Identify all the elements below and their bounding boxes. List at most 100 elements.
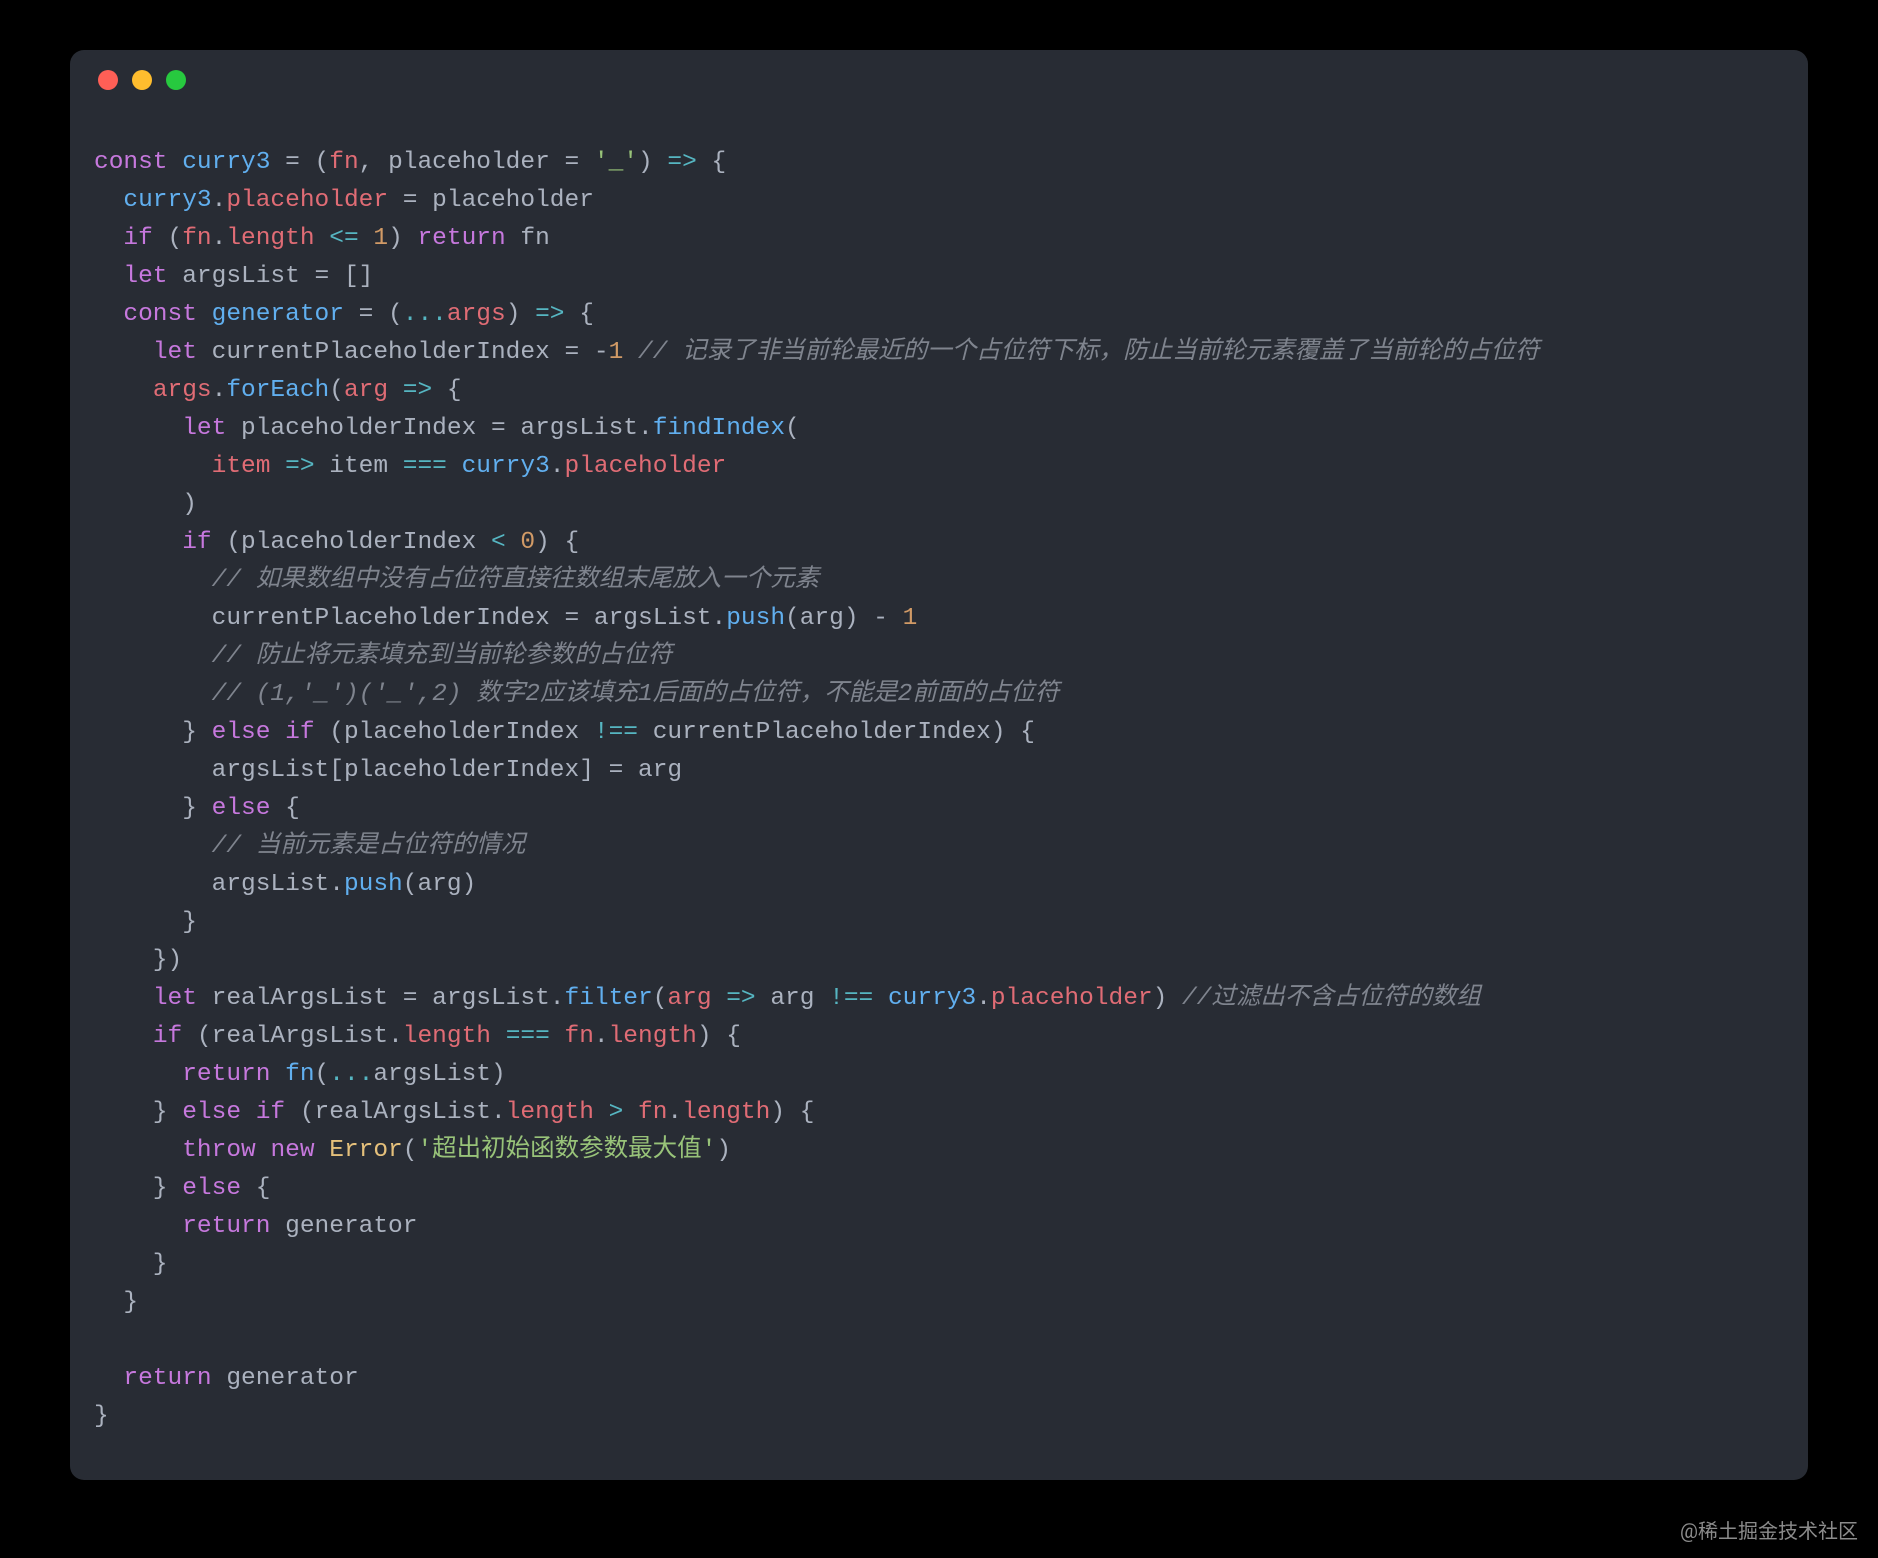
code-token: let <box>123 263 167 290</box>
code-token: curry3 <box>182 149 270 176</box>
code-token: length <box>506 1099 594 1126</box>
code-token <box>94 301 123 328</box>
code-token: . <box>388 1023 403 1050</box>
code-token: length <box>682 1099 770 1126</box>
code-token: { <box>432 377 461 404</box>
code-token <box>226 415 241 442</box>
window-titlebar <box>70 50 1808 110</box>
code-token: . <box>712 605 727 632</box>
code-token: . <box>550 985 565 1012</box>
code-token: } <box>94 1403 109 1430</box>
code-token <box>506 225 521 252</box>
code-token <box>359 225 374 252</box>
watermark-text: @稀土掘金技术社区 <box>1680 1515 1858 1544</box>
code-token: , <box>359 149 388 176</box>
code-line: return generator <box>94 1208 1784 1246</box>
code-line: item => item === curry3.placeholder <box>94 448 1784 486</box>
code-token: } <box>94 719 212 746</box>
code-token: '超出初始函数参数最大值' <box>417 1137 716 1164</box>
code-token: { <box>270 795 299 822</box>
code-token: return <box>182 1061 270 1088</box>
code-token: fn <box>565 1023 594 1050</box>
code-token: ) { <box>770 1099 814 1126</box>
code-token <box>623 757 638 784</box>
code-line: argsList[placeholderIndex] = arg <box>94 752 1784 790</box>
code-token: if <box>285 719 314 746</box>
code-line: // 防止将元素填充到当前轮参数的占位符 <box>94 638 1784 676</box>
code-token: ) { <box>991 719 1035 746</box>
code-token: ( <box>329 377 344 404</box>
code-token: = <box>491 415 506 442</box>
code-token: } <box>94 1175 182 1202</box>
code-line: } else if (placeholderIndex !== currentP… <box>94 714 1784 752</box>
code-token: argsList <box>373 1061 491 1088</box>
code-token: . <box>491 1099 506 1126</box>
code-token: item <box>212 453 271 480</box>
code-line: } else { <box>94 790 1784 828</box>
code-token <box>197 985 212 1012</box>
code-token: // 如果数组中没有占位符直接往数组末尾放入一个元素 <box>212 567 820 594</box>
code-token <box>94 567 212 594</box>
code-token <box>550 1023 565 1050</box>
code-token: argsList <box>594 605 712 632</box>
code-token <box>417 187 432 214</box>
code-line: if (fn.length <= 1) return fn <box>94 220 1784 258</box>
window-close-icon[interactable] <box>98 70 118 90</box>
code-token: args <box>153 377 212 404</box>
code-token: ( <box>403 871 418 898</box>
code-line: args.forEach(arg => { <box>94 372 1784 410</box>
code-line: } else if (realArgsList.length > fn.leng… <box>94 1094 1784 1132</box>
code-token <box>94 833 212 860</box>
code-window: const curry3 = (fn, placeholder = '_') =… <box>70 50 1808 1480</box>
code-token: fn <box>638 1099 667 1126</box>
code-token: new <box>270 1137 314 1164</box>
code-token: = <box>285 149 300 176</box>
code-token: if <box>153 1023 182 1050</box>
code-token: placeholder <box>226 187 388 214</box>
code-token <box>94 643 212 670</box>
code-token: ) <box>506 301 535 328</box>
code-token: => <box>667 149 696 176</box>
code-token: = <box>564 339 579 366</box>
code-token: => <box>403 377 432 404</box>
code-token: . <box>638 415 653 442</box>
code-token: ( <box>285 1099 314 1126</box>
code-token: argsList <box>432 985 550 1012</box>
code-token: ) <box>94 491 197 518</box>
code-token: arg <box>667 985 711 1012</box>
code-line: } <box>94 904 1784 942</box>
code-token: Error <box>329 1137 403 1164</box>
code-token: = <box>403 187 418 214</box>
code-token: curry3 <box>888 985 976 1012</box>
code-token: let <box>153 985 197 1012</box>
window-zoom-icon[interactable] <box>166 70 186 90</box>
code-token: realArgsList <box>212 985 403 1012</box>
code-token: !== <box>594 719 638 746</box>
code-token: length <box>403 1023 491 1050</box>
code-token: === <box>403 453 447 480</box>
code-line: ) <box>94 486 1784 524</box>
code-token: . <box>594 1023 609 1050</box>
code-line: } <box>94 1246 1784 1284</box>
code-line: // 当前元素是占位符的情况 <box>94 828 1784 866</box>
code-line: } <box>94 1398 1784 1436</box>
code-token <box>94 415 182 442</box>
code-token: } <box>94 795 212 822</box>
code-token: ( <box>300 149 329 176</box>
code-token: = <box>359 301 374 328</box>
code-token <box>623 339 638 366</box>
code-token <box>94 187 123 214</box>
code-token: currentPlaceholderIndex <box>212 605 565 632</box>
code-token: fn <box>285 1061 314 1088</box>
code-token: placeholderIndex <box>241 529 491 556</box>
code-token: push <box>344 871 403 898</box>
code-token <box>270 453 285 480</box>
code-token: currentPlaceholderIndex <box>212 339 565 366</box>
window-minimize-icon[interactable] <box>132 70 152 90</box>
code-token: . <box>329 871 344 898</box>
code-token: <= <box>329 225 358 252</box>
code-token: ) <box>716 1137 731 1164</box>
code-token: let <box>153 339 197 366</box>
code-token: placeholder <box>565 453 727 480</box>
code-line <box>94 1322 1784 1360</box>
